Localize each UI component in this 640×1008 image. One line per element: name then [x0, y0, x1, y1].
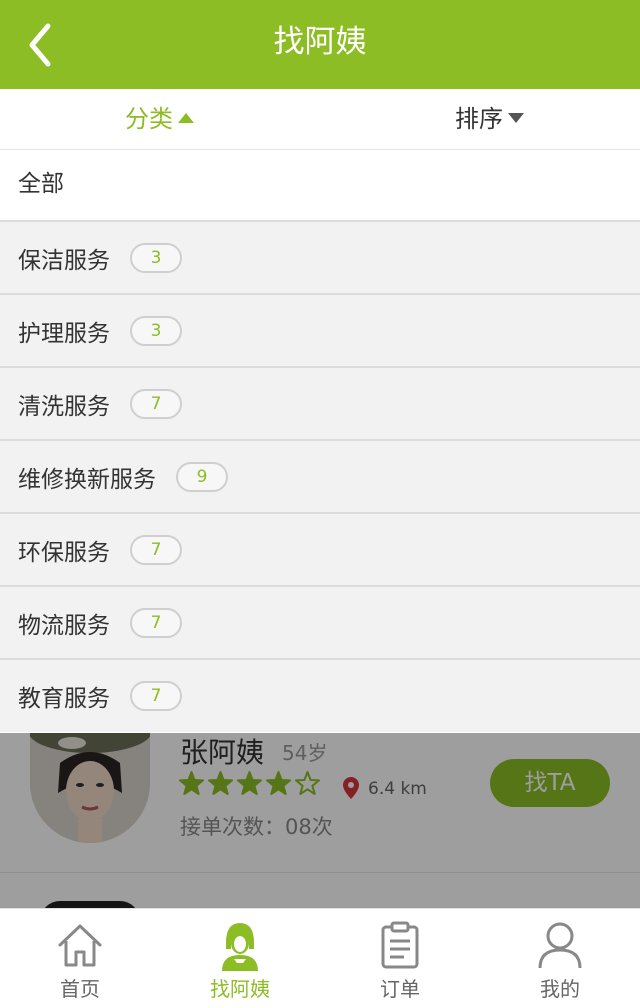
category-count-badge: 3 [130, 315, 182, 346]
category-count-badge: 7 [130, 388, 182, 419]
tab-find-nanny-label: 找阿姨 [210, 977, 270, 1001]
category-all-option[interactable]: 全部 [0, 150, 640, 222]
tab-profile-label: 我的 [540, 977, 580, 1001]
category-option[interactable]: 教育服务 7 [0, 660, 640, 732]
category-count-badge: 7 [130, 607, 182, 638]
category-count-badge: 7 [130, 534, 182, 565]
category-option-label: 环保服务 [18, 539, 110, 566]
user-icon [538, 922, 582, 969]
category-option-label: 护理服务 [18, 320, 110, 347]
category-option[interactable]: 护理服务 3 [0, 295, 640, 368]
category-count-badge: 3 [130, 242, 182, 273]
filter-bar: 分类 排序 [0, 89, 640, 150]
category-count-badge: 7 [130, 681, 182, 711]
tab-home[interactable]: 首页 [0, 909, 160, 1008]
category-filter-tab[interactable]: 分类 [125, 89, 194, 150]
tab-home-label: 首页 [60, 977, 100, 1001]
category-option[interactable]: 清洗服务 7 [0, 368, 640, 441]
category-option-label: 保洁服务 [18, 247, 110, 274]
bottom-tab-bar: 首页 找阿姨 订单 我的 [0, 908, 640, 1008]
category-option-label: 维修换新服务 [18, 466, 156, 493]
category-option-label: 教育服务 [18, 686, 110, 712]
tab-profile[interactable]: 我的 [480, 909, 640, 1008]
category-option[interactable]: 维修换新服务 9 [0, 441, 640, 514]
caret-down-icon [508, 113, 524, 123]
tab-find-nanny[interactable]: 找阿姨 [160, 909, 320, 1008]
category-option[interactable]: 环保服务 7 [0, 514, 640, 587]
page-title: 找阿姨 [273, 24, 367, 60]
category-option[interactable]: 保洁服务 3 [0, 222, 640, 295]
caret-up-icon [178, 113, 194, 123]
app-header: 找阿姨 [0, 0, 640, 89]
category-filter-label: 分类 [125, 105, 173, 133]
sort-filter-label: 排序 [455, 105, 503, 133]
dim-overlay[interactable] [0, 733, 640, 908]
tab-orders[interactable]: 订单 [320, 909, 480, 1008]
category-option-label: 物流服务 [18, 612, 110, 639]
tab-orders-label: 订单 [380, 977, 420, 1001]
clipboard-icon [381, 921, 419, 969]
nanny-icon [222, 923, 258, 971]
category-option-label: 清洗服务 [18, 393, 110, 420]
sort-filter-tab[interactable]: 排序 [455, 89, 524, 150]
home-icon [58, 924, 102, 967]
category-dropdown: 全部 保洁服务 3 护理服务 3 清洗服务 7 维修换新服务 9 环保服务 7 物流服务 7 教育服务 7 [0, 150, 640, 732]
category-option[interactable]: 物流服务 7 [0, 587, 640, 660]
category-count-badge: 9 [176, 461, 228, 492]
